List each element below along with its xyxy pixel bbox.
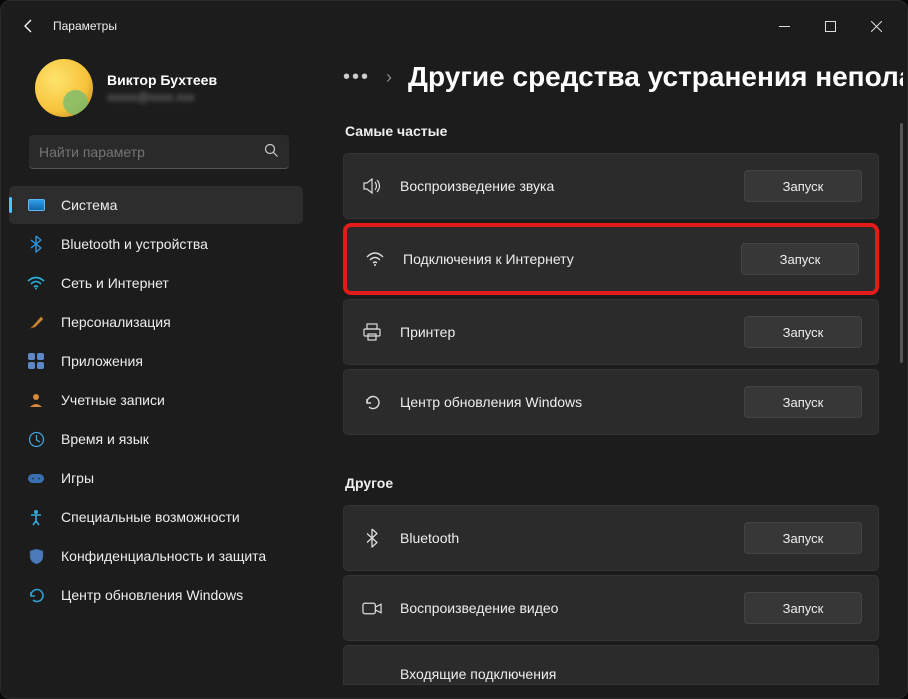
section-title-other: Другое bbox=[343, 467, 879, 505]
apps-icon bbox=[27, 352, 45, 370]
main-content: ••• › Другие средства устранения непола … bbox=[311, 51, 907, 698]
troubleshoot-card-internet[interactable]: Подключения к Интернету Запуск bbox=[343, 223, 879, 295]
run-button[interactable]: Запуск bbox=[744, 522, 862, 554]
card-label: Воспроизведение видео bbox=[400, 600, 726, 616]
sidebar-item-time-language[interactable]: Время и язык bbox=[9, 420, 303, 458]
video-icon bbox=[362, 598, 382, 618]
sidebar-item-label: Учетные записи bbox=[61, 392, 165, 408]
bluetooth-icon bbox=[362, 528, 382, 548]
troubleshoot-card-video[interactable]: Воспроизведение видео Запуск bbox=[343, 575, 879, 641]
scrollbar[interactable] bbox=[900, 123, 903, 363]
sidebar-item-apps[interactable]: Приложения bbox=[9, 342, 303, 380]
profile-name: Виктор Бухтеев bbox=[107, 72, 217, 88]
brush-icon bbox=[27, 313, 45, 331]
card-label: Подключения к Интернету bbox=[403, 251, 723, 267]
minimize-button[interactable] bbox=[761, 6, 807, 46]
window-title: Параметры bbox=[53, 19, 117, 33]
refresh-icon bbox=[362, 392, 382, 412]
titlebar: Параметры bbox=[1, 1, 907, 51]
person-icon bbox=[27, 391, 45, 409]
bluetooth-icon bbox=[27, 235, 45, 253]
search-input[interactable] bbox=[39, 144, 264, 160]
sidebar-item-system[interactable]: Система bbox=[9, 186, 303, 224]
sidebar-item-label: Игры bbox=[61, 470, 94, 486]
run-button[interactable]: Запуск bbox=[744, 316, 862, 348]
maximize-button[interactable] bbox=[807, 6, 853, 46]
card-label: Центр обновления Windows bbox=[400, 394, 726, 410]
wifi-icon bbox=[27, 274, 45, 292]
troubleshoot-card-printer[interactable]: Принтер Запуск bbox=[343, 299, 879, 365]
sidebar-item-gaming[interactable]: Игры bbox=[9, 459, 303, 497]
profile-block[interactable]: Виктор Бухтеев xxxxx@xxxx.xxx bbox=[1, 55, 311, 135]
troubleshoot-card-incoming[interactable]: Входящие подключения bbox=[343, 645, 879, 685]
card-label: Bluetooth bbox=[400, 530, 726, 546]
sidebar-item-personalization[interactable]: Персонализация bbox=[9, 303, 303, 341]
card-label: Входящие подключения bbox=[400, 666, 862, 682]
page-title: Другие средства устранения непола bbox=[408, 61, 903, 93]
printer-icon bbox=[362, 322, 382, 342]
clock-globe-icon bbox=[27, 430, 45, 448]
troubleshoot-card-windows-update[interactable]: Центр обновления Windows Запуск bbox=[343, 369, 879, 435]
troubleshoot-card-audio[interactable]: Воспроизведение звука Запуск bbox=[343, 153, 879, 219]
sidebar-item-network[interactable]: Сеть и Интернет bbox=[9, 264, 303, 302]
run-button[interactable]: Запуск bbox=[744, 170, 862, 202]
breadcrumb-overflow[interactable]: ••• bbox=[343, 66, 370, 89]
sidebar: Виктор Бухтеев xxxxx@xxxx.xxx Система bbox=[1, 51, 311, 698]
sidebar-item-label: Специальные возможности bbox=[61, 509, 240, 525]
search-input-wrap[interactable] bbox=[29, 135, 289, 169]
troubleshoot-card-bluetooth[interactable]: Bluetooth Запуск bbox=[343, 505, 879, 571]
breadcrumb: ••• › Другие средства устранения непола bbox=[343, 55, 879, 115]
card-label: Принтер bbox=[400, 324, 726, 340]
update-icon bbox=[27, 586, 45, 604]
close-button[interactable] bbox=[853, 6, 899, 46]
sidebar-item-label: Bluetooth и устройства bbox=[61, 236, 208, 252]
run-button[interactable]: Запуск bbox=[744, 386, 862, 418]
sidebar-item-update[interactable]: Центр обновления Windows bbox=[9, 576, 303, 614]
profile-email: xxxxx@xxxx.xxx bbox=[107, 90, 217, 104]
sidebar-item-accounts[interactable]: Учетные записи bbox=[9, 381, 303, 419]
sidebar-item-label: Конфиденциальность и защита bbox=[61, 548, 266, 564]
shield-icon bbox=[27, 547, 45, 565]
nav-list: Система Bluetooth и устройства Сеть и Ин… bbox=[1, 177, 311, 698]
section-title-frequent: Самые частые bbox=[343, 115, 879, 153]
sidebar-item-label: Сеть и Интернет bbox=[61, 275, 169, 291]
back-button[interactable] bbox=[9, 6, 49, 46]
run-button[interactable]: Запуск bbox=[741, 243, 859, 275]
accessibility-icon bbox=[27, 508, 45, 526]
sidebar-item-label: Персонализация bbox=[61, 314, 171, 330]
run-button[interactable]: Запуск bbox=[744, 592, 862, 624]
search-icon bbox=[264, 143, 279, 161]
speaker-icon bbox=[362, 176, 382, 196]
sidebar-item-privacy[interactable]: Конфиденциальность и защита bbox=[9, 537, 303, 575]
gamepad-icon bbox=[27, 469, 45, 487]
wifi-icon bbox=[365, 249, 385, 269]
chevron-right-icon: › bbox=[386, 67, 392, 88]
monitor-icon bbox=[27, 196, 45, 214]
sidebar-item-bluetooth[interactable]: Bluetooth и устройства bbox=[9, 225, 303, 263]
sidebar-item-label: Приложения bbox=[61, 353, 143, 369]
sidebar-item-label: Центр обновления Windows bbox=[61, 587, 243, 603]
sidebar-item-accessibility[interactable]: Специальные возможности bbox=[9, 498, 303, 536]
sidebar-item-label: Система bbox=[61, 197, 117, 213]
sidebar-item-label: Время и язык bbox=[61, 431, 149, 447]
card-label: Воспроизведение звука bbox=[400, 178, 726, 194]
avatar bbox=[35, 59, 93, 117]
